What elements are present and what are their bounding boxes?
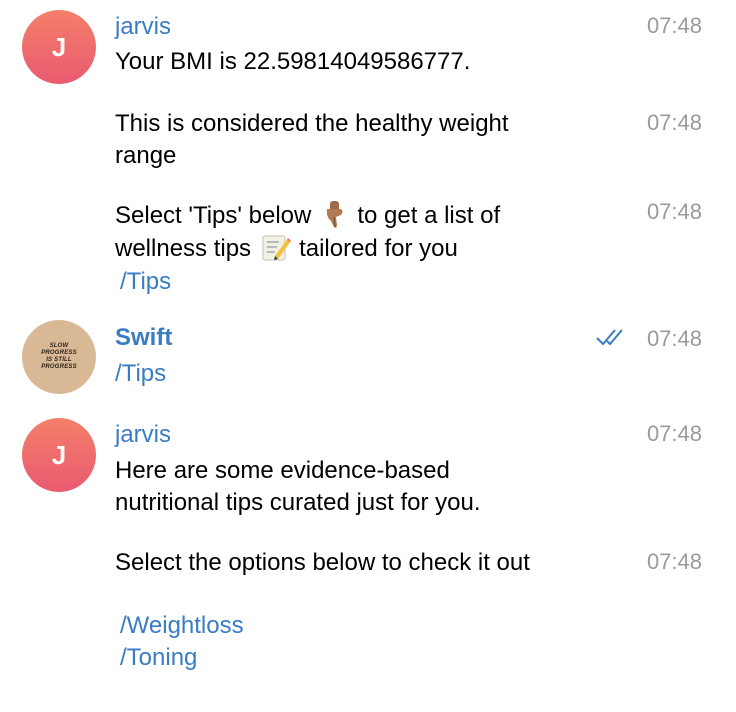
avatar-jarvis[interactable]: J [22, 418, 96, 492]
message-time: 07:48 [646, 110, 702, 135]
message-text: Select 'Tips' below to get a list of wel… [115, 199, 560, 265]
sender-name[interactable]: jarvis [115, 421, 171, 449]
avatar-letter: J [51, 439, 67, 470]
message-text-part: Select 'Tips' below [115, 202, 312, 229]
avatar-jarvis[interactable]: J [22, 10, 96, 84]
command-link-toning[interactable]: /Toning [120, 644, 197, 672]
sender-name[interactable]: jarvis [115, 13, 171, 41]
message-text: Select the options below to check it out [115, 549, 530, 576]
sender-name[interactable]: Swift [115, 324, 172, 352]
message-time: 07:48 [646, 199, 702, 224]
avatar-caption: SLOW PROGRESS IS STILL PROGRESS [41, 343, 77, 370]
message-time: 07:48 [646, 13, 702, 38]
message-time: 07:48 [646, 421, 702, 446]
command-link-weightloss[interactable]: /Weightloss [120, 612, 244, 640]
double-check-icon [596, 329, 623, 346]
backhand-index-pointing-down-icon [327, 201, 343, 228]
message-text: Here are some evidence-based nutritional… [115, 457, 481, 516]
message-text: Your BMI is 22.59814049586777. [115, 48, 471, 75]
message-text: This is considered the healthy weight ra… [115, 110, 509, 169]
message-time: 07:48 [646, 326, 702, 351]
avatar-letter: J [51, 31, 67, 62]
message-time: 07:48 [646, 549, 702, 574]
avatar-swift[interactable]: SLOW PROGRESS IS STILL PROGRESS [22, 320, 96, 394]
memo-icon [262, 235, 292, 261]
message-text-part: tailored for you [299, 235, 458, 262]
command-link-tips[interactable]: /Tips [120, 268, 171, 296]
command-link-tips[interactable]: /Tips [115, 360, 166, 388]
